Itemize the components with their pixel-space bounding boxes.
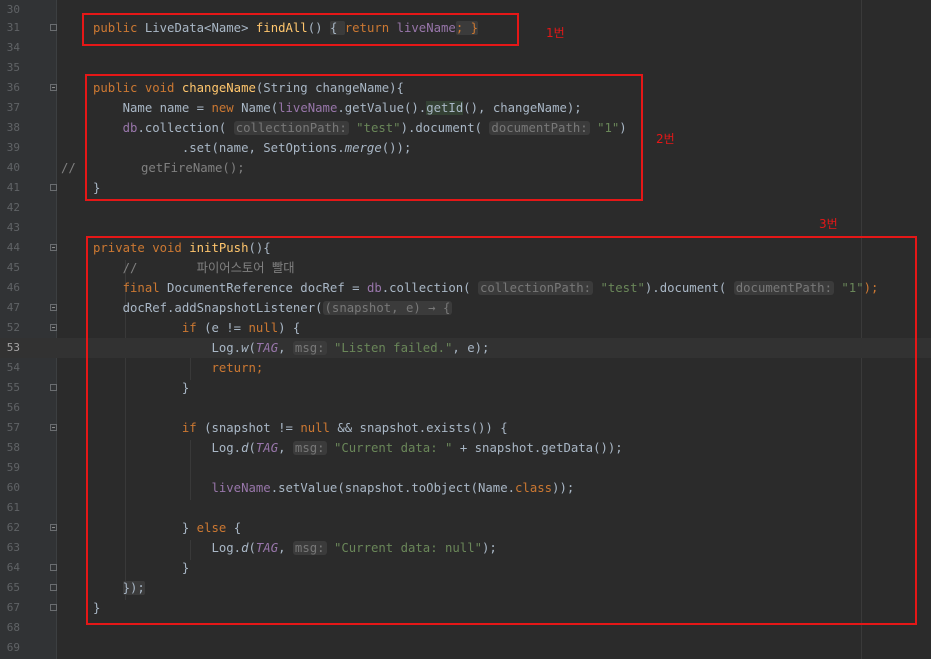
fold-marker-icon[interactable] bbox=[50, 24, 57, 31]
line-number: 56 bbox=[6, 401, 20, 414]
line-number: 40 bbox=[6, 161, 20, 174]
annotation-label-1: 1번 bbox=[546, 26, 565, 40]
fold-marker-icon[interactable] bbox=[50, 424, 57, 431]
fold-marker-icon[interactable] bbox=[50, 304, 57, 311]
line-number: 69 bbox=[6, 641, 20, 654]
line-number: 30 bbox=[6, 3, 20, 16]
annotation-label-3: 3번 bbox=[819, 217, 838, 231]
line-number: 42 bbox=[6, 201, 20, 214]
line-number: 38 bbox=[6, 121, 20, 134]
line-number: 44 bbox=[6, 241, 20, 254]
comment-marker: // bbox=[61, 161, 76, 175]
line-number: 31 bbox=[6, 21, 20, 34]
line-number: 53 bbox=[6, 341, 20, 354]
fold-marker-icon[interactable] bbox=[50, 524, 57, 531]
fold-marker-icon[interactable] bbox=[50, 584, 57, 591]
line-number: 55 bbox=[6, 381, 20, 394]
line-number: 46 bbox=[6, 281, 20, 294]
line-number: 58 bbox=[6, 441, 20, 454]
line-number: 41 bbox=[6, 181, 20, 194]
line-number: 36 bbox=[6, 81, 20, 94]
line-number: 63 bbox=[6, 541, 20, 554]
fold-marker-icon[interactable] bbox=[50, 324, 57, 331]
code-line[interactable]: 69 bbox=[0, 638, 931, 658]
fold-marker-icon[interactable] bbox=[50, 184, 57, 191]
line-number: 57 bbox=[6, 421, 20, 434]
code-line[interactable]: 43 bbox=[0, 218, 931, 238]
annotation-box-2 bbox=[85, 74, 643, 201]
line-number: 60 bbox=[6, 481, 20, 494]
line-number: 45 bbox=[6, 261, 20, 274]
line-number: 54 bbox=[6, 361, 20, 374]
line-number: 34 bbox=[6, 41, 20, 54]
line-number: 64 bbox=[6, 561, 20, 574]
annotation-box-3 bbox=[86, 236, 917, 625]
line-number: 65 bbox=[6, 581, 20, 594]
annotation-box-1 bbox=[82, 13, 519, 46]
line-number: 67 bbox=[6, 601, 20, 614]
code-line[interactable]: 42 bbox=[0, 198, 931, 218]
fold-marker-icon[interactable] bbox=[50, 384, 57, 391]
fold-marker-icon[interactable] bbox=[50, 564, 57, 571]
line-number: 43 bbox=[6, 221, 20, 234]
line-number: 61 bbox=[6, 501, 20, 514]
line-number: 59 bbox=[6, 461, 20, 474]
line-number: 52 bbox=[6, 321, 20, 334]
annotation-label-2: 2번 bbox=[656, 132, 675, 146]
line-number: 47 bbox=[6, 301, 20, 314]
line-number: 37 bbox=[6, 101, 20, 114]
line-number: 62 bbox=[6, 521, 20, 534]
fold-marker-icon[interactable] bbox=[50, 604, 57, 611]
line-number: 68 bbox=[6, 621, 20, 634]
fold-marker-icon[interactable] bbox=[50, 84, 57, 91]
line-number: 35 bbox=[6, 61, 20, 74]
line-number: 39 bbox=[6, 141, 20, 154]
fold-marker-icon[interactable] bbox=[50, 244, 57, 251]
